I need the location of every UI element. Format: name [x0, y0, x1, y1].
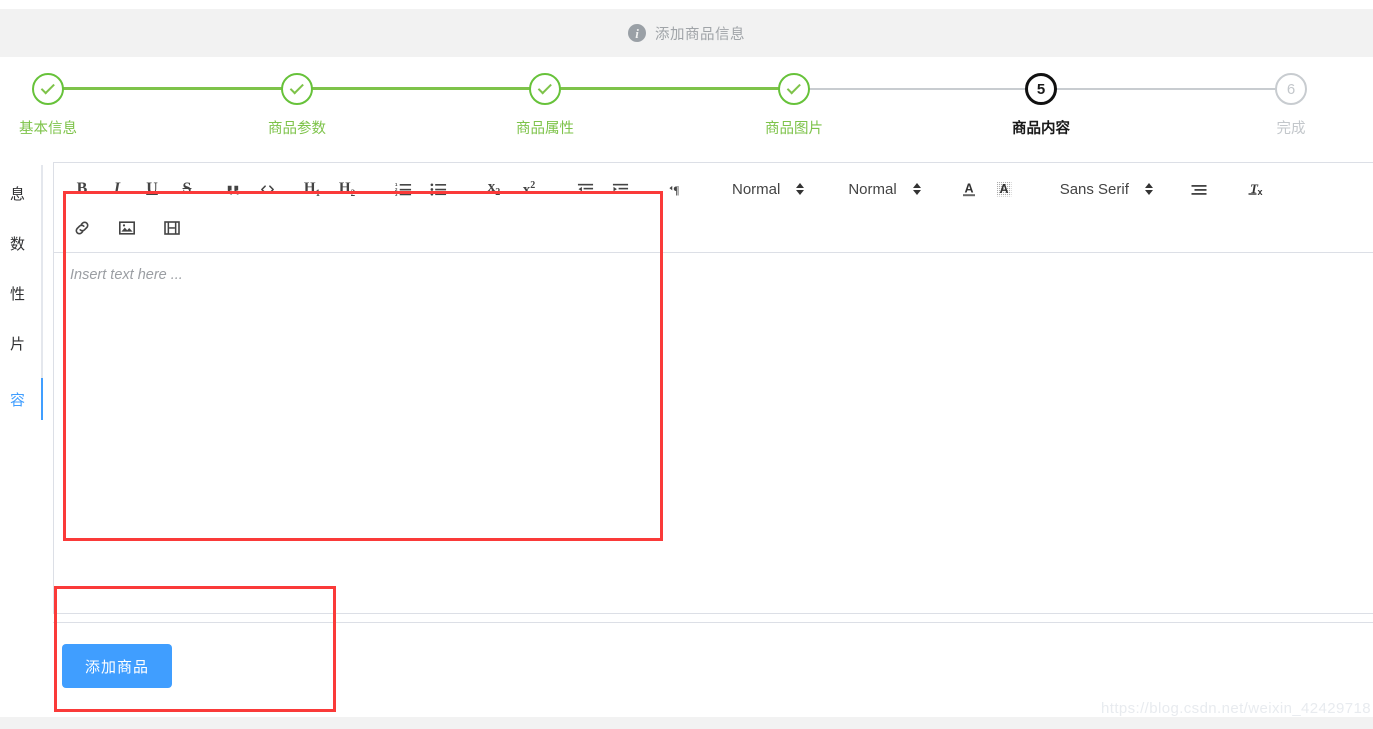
step-circle-6: 6: [1275, 73, 1307, 105]
sidebar-tabs: 息 数 性 片 容: [0, 162, 44, 729]
step-progress: 基本信息 商品参数 商品属性 商品图片 5 商品内容 6 完成: [0, 57, 1373, 162]
strikethrough-icon[interactable]: S: [173, 175, 201, 203]
step-circle-2: [281, 73, 313, 105]
svg-text:x: x: [1258, 187, 1263, 197]
step-number-6: 6: [1286, 80, 1296, 98]
bullet-list-icon[interactable]: [424, 175, 452, 203]
page-header: i 添加商品信息: [0, 9, 1373, 57]
clear-format-icon[interactable]: T x: [1243, 175, 1271, 203]
video-icon[interactable]: [158, 214, 186, 242]
align-menu-icon[interactable]: [1185, 175, 1213, 203]
header2-icon[interactable]: H2: [333, 175, 361, 203]
step-connector-4: [794, 87, 1041, 90]
step-connector-1: [48, 87, 297, 90]
editor-toolbar: B I U S H1 H2 1 2 3 x2 x2 ¶ Normal Norma…: [54, 163, 1373, 253]
outdent-icon[interactable]: [571, 175, 599, 203]
chevron-updown-icon: [1144, 182, 1153, 196]
sidebar-track: [41, 165, 43, 395]
svg-text:¶: ¶: [673, 184, 679, 196]
ordered-list-icon[interactable]: 1 2 3: [389, 175, 417, 203]
text-color-icon[interactable]: A: [955, 175, 983, 203]
sidebar-item-content[interactable]: 容: [0, 374, 34, 424]
step-connector-5: [1041, 87, 1291, 90]
chevron-updown-icon: [912, 182, 921, 196]
sidebar-item-basic[interactable]: 息: [0, 168, 34, 218]
code-block-icon[interactable]: [253, 175, 281, 203]
step-label-6: 完成: [1276, 121, 1306, 137]
font-select-value: Sans Serif: [1059, 180, 1129, 198]
image-icon[interactable]: [113, 214, 141, 242]
svg-text:A: A: [964, 182, 973, 196]
page-root: i 添加商品信息 基本信息 商品参数 商品属性 商品图片 5 商品内容 6 完成…: [0, 0, 1373, 729]
step-circle-1: [32, 73, 64, 105]
align-select[interactable]: Normal: [726, 175, 806, 203]
step-connector-2: [297, 87, 545, 90]
footer-strip: [0, 717, 1373, 729]
step-circle-5: 5: [1025, 73, 1057, 105]
bold-icon[interactable]: B: [68, 175, 96, 203]
step-label-3: 商品属性: [516, 121, 574, 137]
step-number-5: 5: [1036, 80, 1046, 98]
align-select-value: Normal: [732, 180, 781, 198]
add-product-button[interactable]: 添加商品: [62, 644, 172, 688]
editor-placeholder: Insert text here ...: [70, 267, 183, 283]
sidebar-item-attrs[interactable]: 性: [0, 268, 34, 318]
page-title: 添加商品信息: [655, 26, 745, 43]
editor-content-area[interactable]: Insert text here ...: [54, 253, 1373, 619]
header1-icon[interactable]: H1: [298, 175, 326, 203]
background-color-icon[interactable]: A: [990, 175, 1018, 203]
sidebar-active-indicator: [41, 378, 43, 420]
text-direction-icon[interactable]: ¶: [662, 175, 690, 203]
size-select[interactable]: Normal: [842, 175, 922, 203]
step-circle-3: [529, 73, 561, 105]
info-icon: i: [628, 24, 646, 42]
subscript-icon[interactable]: x2: [480, 175, 508, 203]
rich-text-editor: B I U S H1 H2 1 2 3 x2 x2 ¶ Normal Norma…: [53, 162, 1373, 614]
sidebar-item-params[interactable]: 数: [0, 218, 34, 268]
step-connector-3: [545, 87, 794, 90]
step-circle-4: [778, 73, 810, 105]
step-label-1: 基本信息: [19, 121, 77, 137]
svg-text:A: A: [999, 182, 1008, 196]
font-select[interactable]: Sans Serif: [1054, 175, 1155, 203]
step-label-2: 商品参数: [268, 121, 326, 137]
superscript-icon[interactable]: x2: [515, 175, 543, 203]
step-label-5: 商品内容: [1012, 121, 1070, 137]
size-select-value: Normal: [848, 180, 897, 198]
step-label-4: 商品图片: [765, 121, 823, 137]
indent-icon[interactable]: [606, 175, 634, 203]
link-icon[interactable]: [68, 214, 96, 242]
form-divider: [53, 622, 1373, 623]
chevron-updown-icon: [796, 182, 805, 196]
sidebar-item-images[interactable]: 片: [0, 318, 34, 368]
watermark-text: https://blog.csdn.net/weixin_42429718: [1101, 700, 1371, 717]
italic-icon[interactable]: I: [103, 175, 131, 203]
svg-text:3: 3: [395, 191, 398, 196]
underline-icon[interactable]: U: [138, 175, 166, 203]
blockquote-icon[interactable]: [218, 175, 246, 203]
